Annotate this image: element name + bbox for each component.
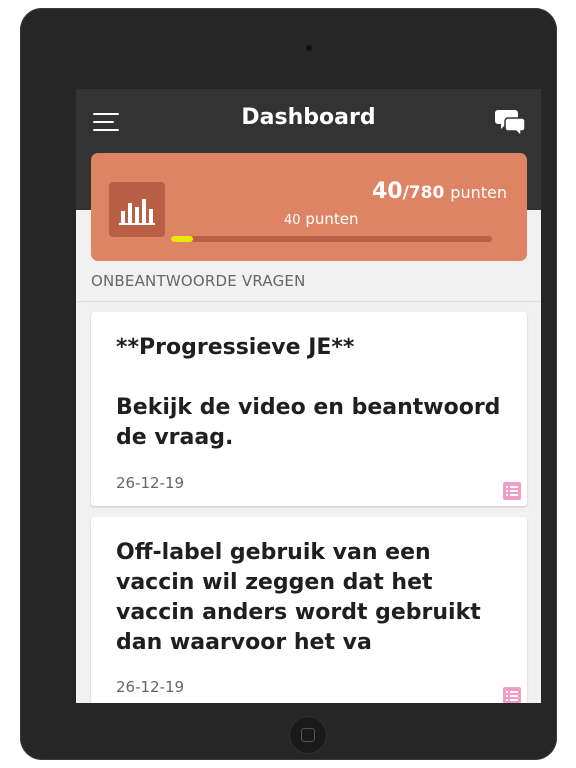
home-button[interactable] (289, 716, 327, 754)
points-max: /780 (402, 183, 445, 203)
question-card[interactable]: Off-label gebruik van een vaccin wil zeg… (91, 517, 527, 703)
points-progress-fill (171, 236, 193, 242)
chat-bubbles-icon[interactable] (494, 107, 526, 138)
points-unit: punten (450, 183, 507, 202)
bar-chart-icon (109, 182, 165, 237)
section-title: ONBEANTWOORDE VRAGEN (91, 272, 306, 290)
question-date: 26-12-19 (116, 474, 185, 492)
section-divider (76, 301, 541, 302)
points-progress-bar (171, 236, 492, 242)
tablet-frame: Dashboard 40/780 punten 40 punten ONBEAN… (20, 8, 557, 760)
points-card: 40/780 punten 40 punten (91, 153, 527, 261)
list-icon (503, 482, 521, 500)
points-sub-unit: punten (305, 210, 359, 228)
question-date: 26-12-19 (116, 678, 185, 696)
home-square-icon (301, 728, 315, 742)
list-icon (503, 687, 521, 703)
question-title: **Progressieve JE** Bekijk de video en b… (116, 335, 501, 450)
points-sub-value: 40 (284, 213, 301, 228)
app-screen: Dashboard 40/780 punten 40 punten ONBEAN… (76, 89, 541, 703)
camera-lens (306, 45, 312, 51)
question-title: Off-label gebruik van een vaccin wil zeg… (116, 540, 481, 655)
question-card[interactable]: **Progressieve JE** Bekijk de video en b… (91, 312, 527, 506)
points-current: 40 (371, 179, 403, 204)
page-title: Dashboard (241, 105, 376, 130)
points-subtitle: 40 punten (284, 210, 358, 228)
points-total: 40/780 punten (372, 179, 507, 204)
